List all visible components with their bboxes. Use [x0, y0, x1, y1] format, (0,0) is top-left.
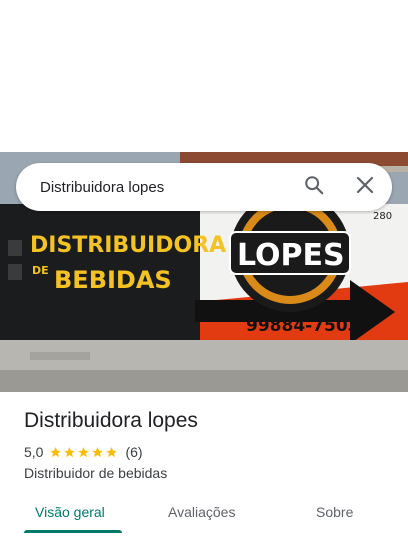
phone-number: 99884-7503 — [246, 316, 360, 336]
wall-text-de: DE — [32, 264, 49, 277]
search-button[interactable] — [298, 171, 330, 203]
tab-reviews[interactable]: Avaliações — [168, 504, 235, 520]
wall-text-line1: DISTRIBUIDORA — [30, 233, 226, 258]
star-icon — [92, 446, 104, 457]
star-icon — [64, 446, 76, 457]
review-count[interactable]: (6) — [125, 444, 142, 460]
star-icon — [106, 446, 118, 457]
place-name: Distribuidora lopes — [24, 409, 198, 432]
wall-text-line2: BEBIDAS — [54, 266, 172, 294]
active-tab-indicator — [24, 530, 122, 533]
search-icon — [303, 174, 325, 201]
rating-value: 5,0 — [24, 444, 44, 460]
place-tabs: Visão geral Avaliações Sobre — [0, 492, 408, 544]
tab-about[interactable]: Sobre — [316, 504, 353, 520]
map-area — [0, 0, 408, 152]
star-icon — [50, 446, 62, 457]
star-icon — [78, 446, 90, 457]
close-button[interactable] — [349, 171, 381, 203]
place-category: Distribuidor de bebidas — [24, 465, 168, 481]
search-bar[interactable]: Distribuidora lopes — [16, 163, 392, 211]
close-icon — [356, 176, 374, 199]
logo-text: LOPES — [237, 238, 345, 273]
search-query[interactable]: Distribuidora lopes — [40, 179, 164, 196]
rating-row[interactable]: 5,0 (6) — [24, 444, 143, 460]
house-number: 280 — [373, 211, 392, 222]
rating-stars — [49, 446, 119, 459]
tab-overview[interactable]: Visão geral — [35, 504, 105, 520]
